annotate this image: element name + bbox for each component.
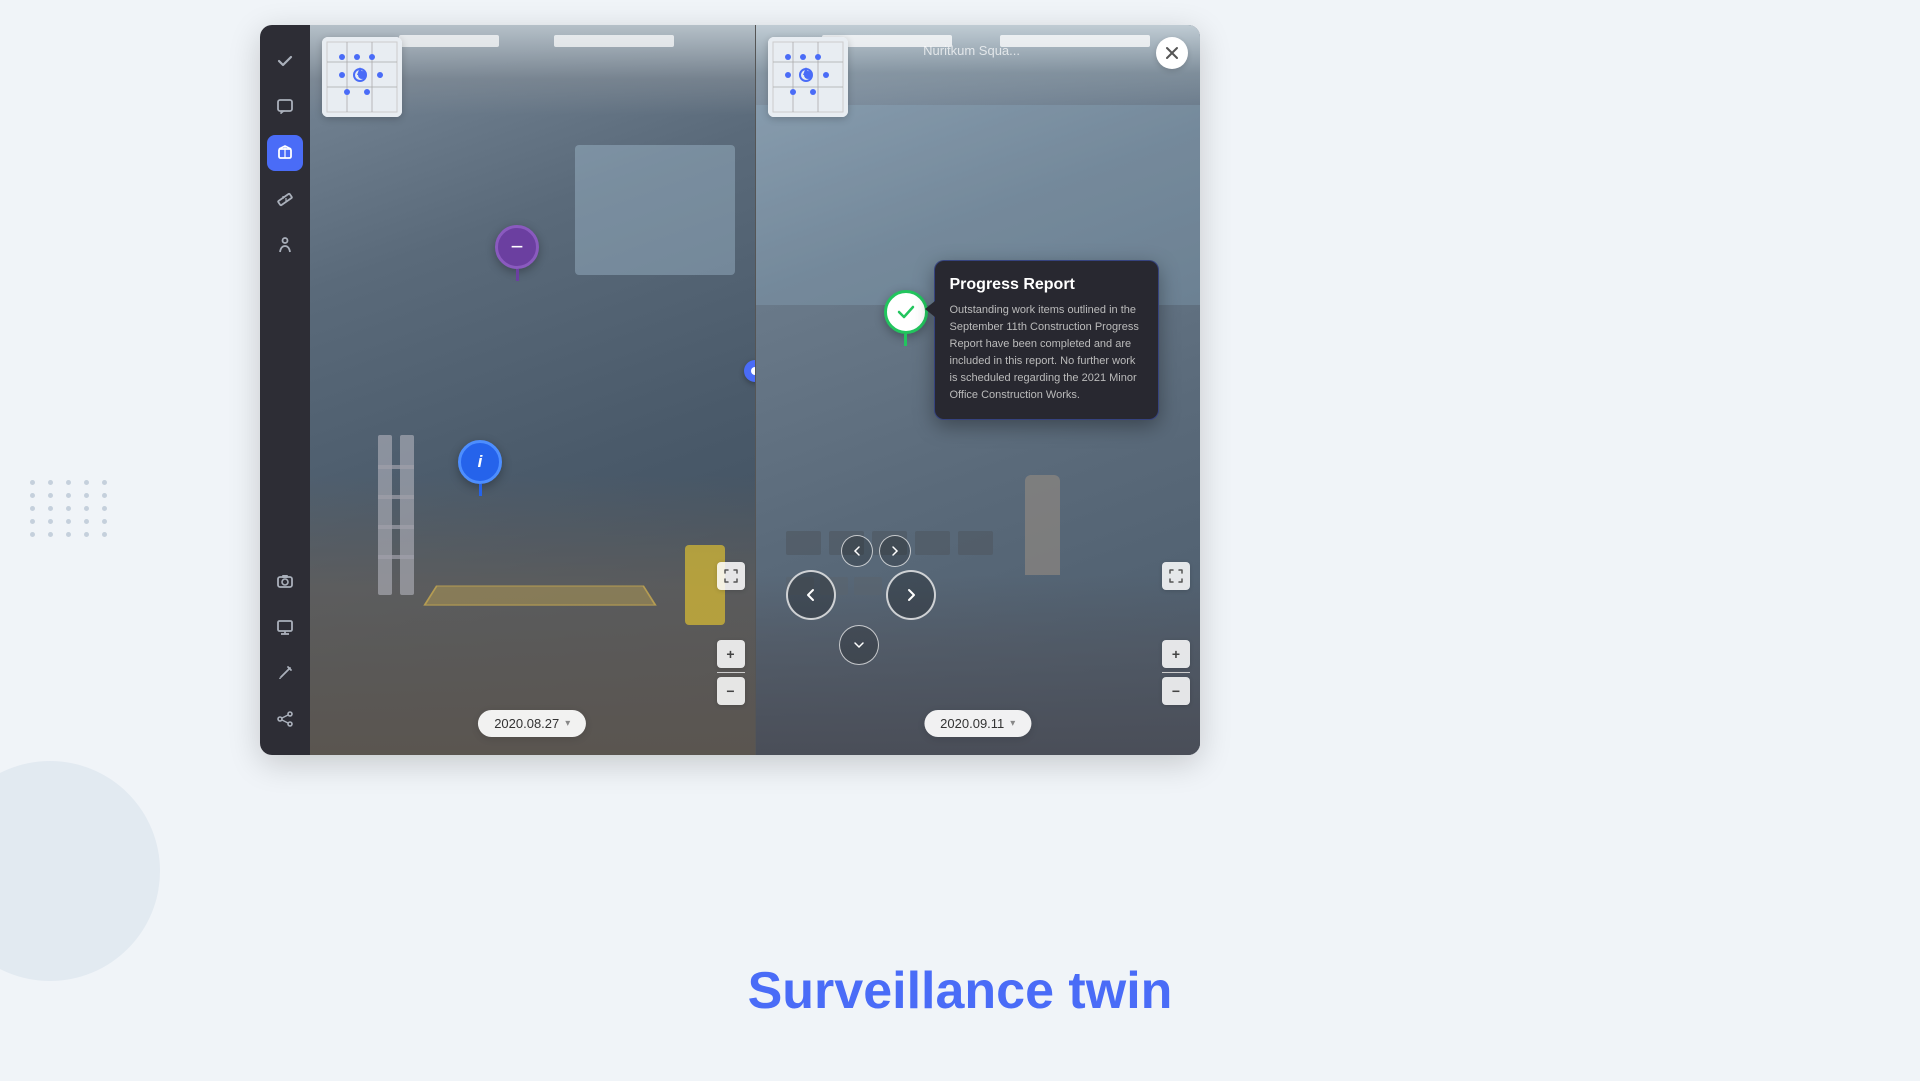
sidebar-item-check[interactable] (267, 43, 303, 79)
zoom-out-right[interactable]: − (1162, 677, 1190, 705)
nav-small-left[interactable] (841, 535, 873, 567)
location-label: Nuritkum Squa... (923, 43, 1020, 58)
sidebar-item-screen[interactable] (267, 609, 303, 645)
nav-arrow-left[interactable] (786, 570, 836, 620)
left-date-badge[interactable]: 2020.08.27 ▾ (478, 710, 586, 737)
pin-circle-minus: − (495, 225, 539, 269)
divider-left (717, 672, 745, 673)
fullscreen-icon-right[interactable] (1162, 562, 1190, 590)
pin-tail-info (479, 484, 482, 496)
popup-arrow (925, 301, 935, 317)
right-mini-map[interactable] (768, 37, 848, 117)
nav-small-arrows (841, 535, 911, 567)
progress-popup-text: Outstanding work items outlined in the S… (950, 302, 1143, 404)
right-nav-arrows (786, 535, 936, 665)
panels-container: − i (310, 25, 1200, 755)
sidebar-item-share[interactable] (267, 701, 303, 737)
pin-check[interactable]: Progress Report Outstanding work items o… (884, 290, 928, 346)
left-date-chevron: ▾ (565, 718, 570, 729)
sidebar-item-person[interactable] (267, 227, 303, 263)
sidebar-item-comment[interactable] (267, 89, 303, 125)
progress-popup: Progress Report Outstanding work items o… (934, 260, 1159, 420)
main-viewer: − i (260, 25, 1200, 755)
fullscreen-icon-left[interactable] (717, 562, 745, 590)
pin-minus[interactable]: − (495, 225, 539, 281)
nav-small-right[interactable] (879, 535, 911, 567)
page-title-container: Surveillance twin (748, 961, 1173, 1021)
left-panel[interactable]: − i (310, 25, 756, 755)
person-silhouette (1025, 475, 1060, 575)
sidebar-item-pencil[interactable] (267, 655, 303, 691)
sidebar-item-3dview[interactable] (267, 135, 303, 171)
left-date-text: 2020.08.27 (494, 716, 559, 731)
pin-tail-check (904, 334, 907, 346)
mini-map-svg-right (768, 37, 848, 117)
pin-circle-info: i (458, 440, 502, 484)
sidebar-item-ruler[interactable] (267, 181, 303, 217)
floor-tape (423, 586, 656, 606)
pin-tail-minus (516, 269, 519, 281)
mini-map-svg-left (322, 37, 402, 117)
progress-popup-title: Progress Report (950, 276, 1143, 294)
nav-arrow-right[interactable] (886, 570, 936, 620)
zoom-in-right[interactable]: + (1162, 640, 1190, 668)
right-date-text: 2020.09.11 (940, 716, 1004, 731)
pin-info[interactable]: i (458, 440, 502, 496)
sidebar (260, 25, 310, 755)
left-zoom-controls: + − (717, 640, 745, 705)
light-bar-2 (554, 35, 674, 47)
light-bar-1 (399, 35, 499, 47)
windows-left (575, 145, 735, 275)
nav-arrow-down[interactable] (839, 625, 879, 665)
left-fullscreen-btn[interactable] (717, 562, 745, 590)
close-button[interactable] (1156, 37, 1188, 69)
right-zoom-controls: + − (1162, 640, 1190, 705)
right-date-chevron: ▾ (1010, 718, 1015, 729)
ceiling-light-r2 (1000, 35, 1150, 47)
right-panel[interactable]: Nuritkum Squa... Progress Report Outstan… (756, 25, 1201, 755)
right-fullscreen-btn[interactable] (1162, 562, 1190, 590)
sidebar-item-camera[interactable] (267, 563, 303, 599)
zoom-out-left[interactable]: − (717, 677, 745, 705)
pin-circle-check (884, 290, 928, 334)
page-title: Surveillance twin (748, 961, 1173, 1021)
divider-right (1162, 672, 1190, 673)
dot-grid-decoration (30, 480, 112, 537)
zoom-in-left[interactable]: + (717, 640, 745, 668)
left-mini-map[interactable] (322, 37, 402, 117)
right-date-badge[interactable]: 2020.09.11 ▾ (924, 710, 1031, 737)
